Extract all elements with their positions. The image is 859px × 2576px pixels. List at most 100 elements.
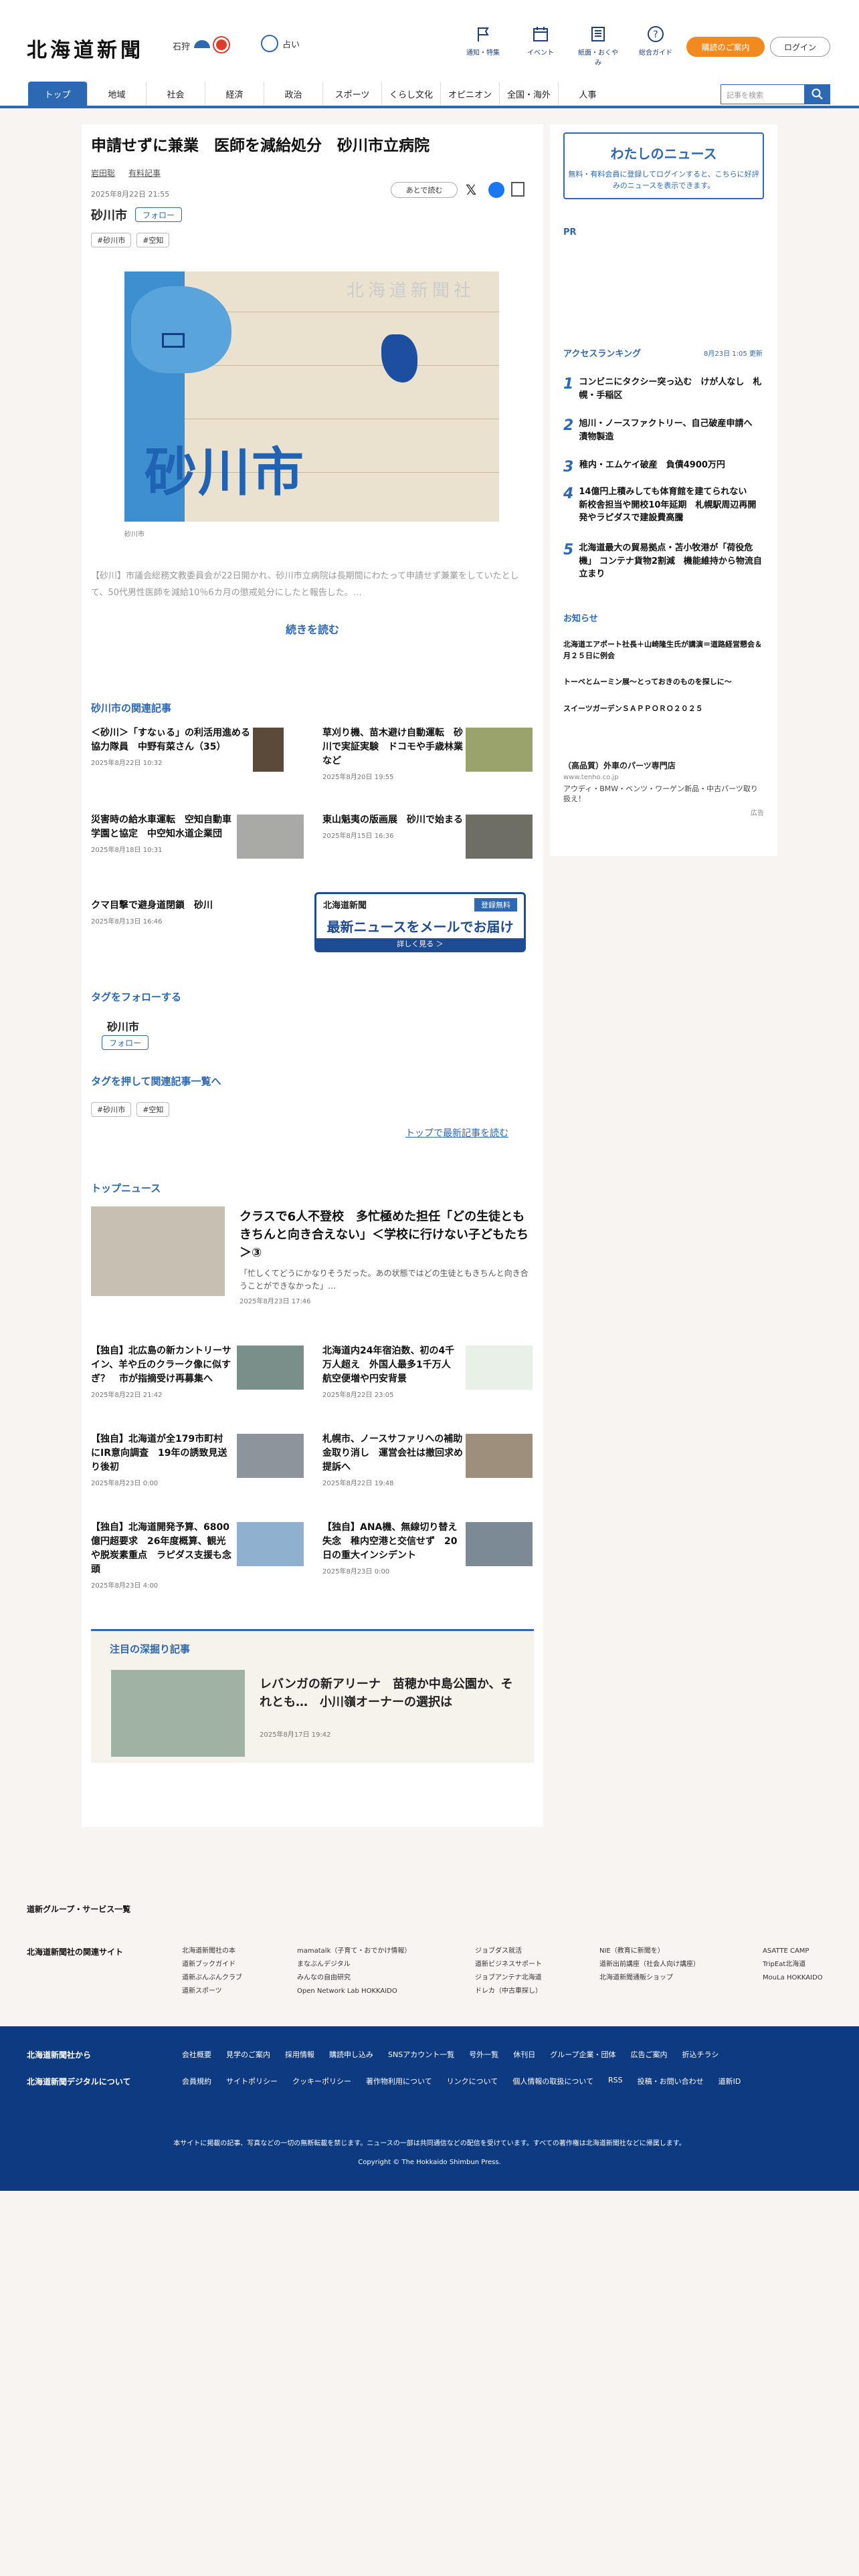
share-icon[interactable]	[511, 182, 524, 197]
top-news-thumbnail[interactable]	[466, 1434, 533, 1478]
footer-link[interactable]: MouLa HOKKAIDO	[763, 1971, 823, 1985]
ranking-item[interactable]: 4 14億円上積みしても体育館を建てられない 新校舎担当や開校10年延期 札幌駅周…	[563, 486, 764, 525]
top-news-thumbnail[interactable]	[466, 1346, 533, 1390]
footer-link[interactable]: 道新スポーツ	[182, 1985, 242, 1998]
subscribe-button[interactable]: 購読のご案内	[686, 37, 765, 57]
my-news-box[interactable]: わたしのニュース 無料・有料会員に登録してログインすると、こちらに好評みのニュー…	[563, 132, 764, 199]
footer-link[interactable]: ジョブダス就活	[475, 1945, 542, 1958]
deep-dive-section[interactable]: 注目の深掘り記事 レバンガの新アリーナ 苗穂か中島公園か、それとも… 小川嶺オー…	[91, 1629, 534, 1763]
notice-heading[interactable]: お知らせ	[563, 611, 598, 624]
footer-link[interactable]: 道新ぶんぶんクラブ	[182, 1971, 242, 1985]
footer-link[interactable]: まなぶんデジタル	[297, 1958, 411, 1971]
top-news-feature[interactable]: クラスで6人不登校 多忙極めた担任「どの生徒ともきちんと向き合えない」＜学校に行…	[240, 1208, 534, 1305]
related-thumbnail[interactable]	[466, 728, 533, 772]
group-services-link[interactable]: 道新グループ・サービス一覧	[27, 1903, 130, 1915]
footer-link[interactable]: 北海道新聞通販ショップ	[599, 1971, 700, 1985]
footer-link[interactable]: NIE（教育に新聞を）	[599, 1945, 700, 1958]
notice-item[interactable]: スイーツガーデンＳＡＰＰＯＲＯ２０２５	[563, 704, 764, 715]
top-latest-link[interactable]: トップで最新記事を読む	[405, 1126, 508, 1140]
deep-dive-image[interactable]	[111, 1670, 245, 1757]
top-news-item[interactable]: 札幌市、ノースサファリへの補助金取り消し 運営会社は撤回求め提訴へ 2025年8…	[322, 1432, 463, 1487]
notice-item[interactable]: 北海道エアポート社長＋山崎隆生氏が講演＝道路経営懇会＆月２５日に例会	[563, 639, 764, 661]
footer-link[interactable]: サイトポリシー	[226, 2076, 278, 2086]
author-name[interactable]: 岩田聡	[91, 167, 115, 179]
footer-link[interactable]: ドレカ（中古車探し）	[475, 1985, 542, 1998]
read-later-button[interactable]: あとで読む	[391, 182, 458, 198]
tab-economy[interactable]: 経済	[205, 82, 264, 106]
tag-item[interactable]: #砂川市	[91, 233, 132, 247]
tab-sports[interactable]: スポーツ	[322, 82, 381, 106]
footer-link[interactable]: 会員規約	[182, 2076, 211, 2086]
related-item[interactable]: ＜砂川＞「すなぃる」の利活用進める協力隊員 中野有菜さん（35） 2025年8月…	[91, 726, 252, 767]
footer-link[interactable]: ASATTE CAMP	[763, 1945, 823, 1958]
email-newsletter-banner[interactable]: 北海道新聞 登録無料 最新ニュースをメールでお届け 詳しく見る ＞	[314, 892, 526, 952]
footer-link[interactable]: 採用情報	[285, 2049, 314, 2060]
related-item[interactable]: クマ目撃で避身道閉鎖 砂川 2025年8月13日 16:46	[91, 899, 300, 926]
footer-link[interactable]: 購読申し込み	[329, 2049, 373, 2060]
ranking-item[interactable]: 3 稚内・エムケイ破産 負債4900万円	[563, 459, 764, 475]
footer-link[interactable]: 休刊日	[513, 2049, 535, 2060]
follow-button[interactable]: フォロー	[135, 207, 182, 222]
footer-link[interactable]: ジョブアンテナ北海道	[475, 1971, 542, 1985]
footer-link[interactable]: グループ企業・団体	[550, 2049, 615, 2060]
footer-link[interactable]: リンクについて	[447, 2076, 498, 2086]
footer-link[interactable]: クッキーポリシー	[292, 2076, 351, 2086]
ranking-heading[interactable]: アクセスランキング	[563, 346, 641, 359]
footer-link[interactable]: 北海道新聞社の本	[182, 1945, 242, 1958]
tab-national-world[interactable]: 全国・海外	[499, 82, 558, 106]
tag-item[interactable]: #空知	[136, 233, 170, 247]
header-nav-papers[interactable]: 紙面・おくやみ	[577, 25, 619, 67]
related-thumbnail[interactable]	[466, 815, 533, 859]
footer-link[interactable]: 個人情報の取扱について	[512, 2076, 593, 2086]
share-x-icon[interactable]: 𝕏	[466, 182, 476, 198]
paid-label[interactable]: 有料記事	[128, 167, 161, 179]
footer-link[interactable]: みんなの自由研究	[297, 1971, 411, 1985]
footer-link[interactable]: Open Network Lab HOKKAIDO	[297, 1985, 411, 1998]
footer-link[interactable]: 道新ブックガイド	[182, 1958, 242, 1971]
top-news-thumbnail[interactable]	[237, 1346, 304, 1390]
follow-tag-button[interactable]: フォロー	[102, 1035, 149, 1050]
related-item[interactable]: 災害時の給水車運転 空知自動車学園と協定 中空知水道企業団 2025年8月18日…	[91, 813, 231, 854]
header-nav-events[interactable]: イベント	[519, 25, 562, 67]
tab-region[interactable]: 地域	[87, 82, 146, 106]
weather-widget[interactable]: 石狩	[173, 37, 230, 53]
footer-link[interactable]: 著作物利用について	[366, 2076, 432, 2086]
footer-link[interactable]: 投稿・お問い合わせ	[638, 2076, 704, 2086]
related-thumbnail[interactable]	[237, 815, 304, 859]
footer-link[interactable]: 会社概要	[182, 2049, 211, 2060]
top-news-item[interactable]: 北海道内24年宿泊数、初の4千万人超え 外国人最多1千万人 航空便増や円安背景 …	[322, 1344, 463, 1399]
footer-link[interactable]: 折込チラシ	[682, 2049, 719, 2060]
top-news-thumbnail[interactable]	[466, 1522, 533, 1566]
footer-link[interactable]: 見学のご案内	[226, 2049, 270, 2060]
search-button[interactable]	[805, 84, 830, 104]
footer-link[interactable]: mamatalk（子育て・おでかけ情報）	[297, 1945, 411, 1958]
site-logo[interactable]: 北海道新聞	[27, 33, 144, 63]
footer-link[interactable]: 広告ご案内	[631, 2049, 668, 2060]
fortune-link[interactable]: 占い	[261, 35, 300, 52]
header-nav-notifications[interactable]: 通知・特集	[462, 25, 504, 67]
notice-item[interactable]: トーベとムーミン展〜とっておきのものを探しに〜	[563, 677, 764, 688]
top-news-item[interactable]: 【独自】ANA機、無線切り替え失念 稚内空港と交信せず 20日の重大インシデント…	[322, 1521, 463, 1576]
tab-opinion[interactable]: オピニオン	[440, 82, 499, 106]
banner-details-button[interactable]: 詳しく見る ＞	[316, 938, 524, 950]
top-news-feature-image[interactable]	[91, 1206, 225, 1296]
login-button[interactable]: ログイン	[770, 37, 830, 57]
footer-link[interactable]: 道新ビジネスサポート	[475, 1958, 542, 1971]
tab-top[interactable]: トップ	[28, 82, 87, 106]
footer-link[interactable]: SNSアカウント一覧	[388, 2049, 454, 2060]
related-item[interactable]: 草刈り機、苗木避け自動運転 砂川で実証実験 ドコモや手歳林業など 2025年8月…	[322, 726, 463, 781]
top-news-thumbnail[interactable]	[237, 1522, 304, 1566]
footer-link[interactable]: 号外一覧	[469, 2049, 498, 2060]
tab-politics[interactable]: 政治	[264, 82, 322, 106]
share-facebook-icon[interactable]	[488, 182, 504, 198]
top-news-item[interactable]: 【独自】北広島の新カントリーサイン、羊や丘のクラーク像に似すぎ？ 市が指摘受け再…	[91, 1344, 231, 1399]
ranking-item[interactable]: 2 旭川・ノースファクトリー、自己破産申請へ 漬物製造	[563, 417, 764, 443]
tag-item[interactable]: #空知	[136, 1102, 170, 1117]
read-more-link[interactable]: 続きを読む	[82, 621, 543, 637]
tab-society[interactable]: 社会	[146, 82, 205, 106]
related-thumbnail[interactable]	[253, 728, 284, 772]
footer-link[interactable]: RSS	[608, 2076, 623, 2086]
tab-personnel[interactable]: 人事	[558, 82, 617, 106]
footer-link[interactable]: 道新出前講座（社会人向け講座）	[599, 1958, 700, 1971]
top-news-thumbnail[interactable]	[237, 1434, 304, 1478]
